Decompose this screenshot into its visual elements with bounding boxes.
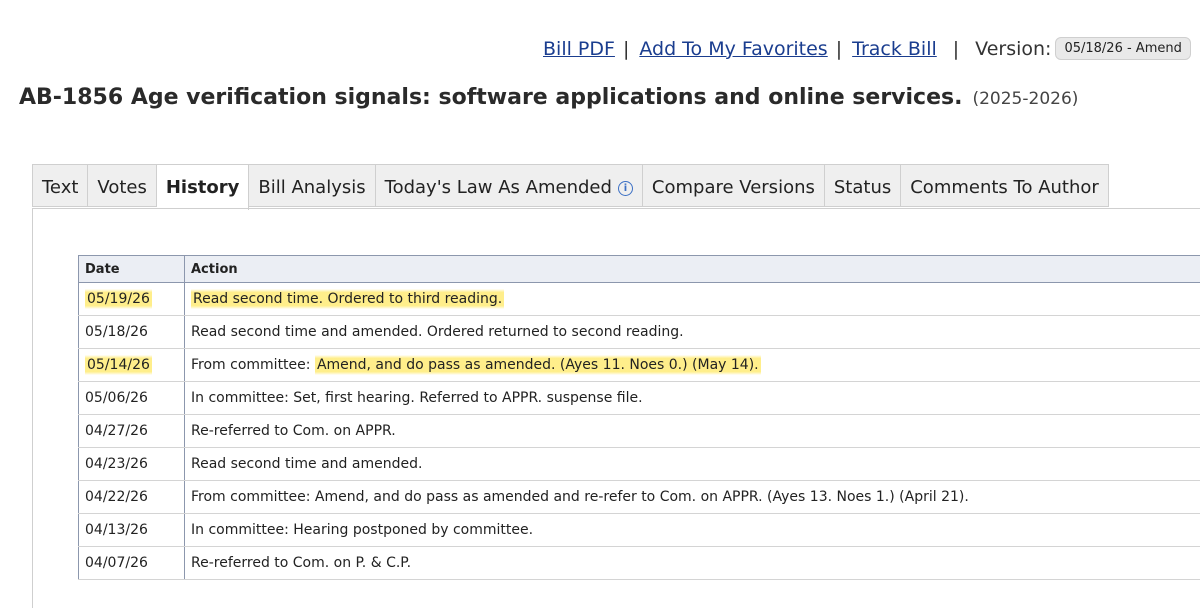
table-row: 05/18/26 Read second time and amended. Or… [79, 316, 1200, 349]
separator: | [836, 38, 842, 60]
history-action: In committee: Set, first hearing. Referr… [191, 390, 643, 406]
bill-title: AB-1856 Age verification signals: softwa… [19, 85, 962, 110]
tab-todays-law[interactable]: Today's Law As Amended i [376, 164, 643, 207]
history-date: 05/19/26 [85, 287, 152, 311]
history-action-cell: Read second time and amended. [185, 448, 1200, 481]
history-action-cell: Re-referred to Com. on APPR. [185, 415, 1200, 448]
history-action-cell: Re-referred to Com. on P. & C.P. [185, 547, 1200, 580]
history-action-cell: In committee: Hearing postponed by commi… [185, 514, 1200, 547]
history-date-cell: 05/14/26 [79, 349, 185, 382]
table-row: 05/19/26 Read second time. Ordered to thi… [79, 283, 1200, 316]
table-row: 05/06/26 In committee: Set, first hearing… [79, 382, 1200, 415]
bill-pdf-link[interactable]: Bill PDF [543, 38, 615, 60]
tab-bill-analysis[interactable]: Bill Analysis [249, 164, 375, 207]
history-action-cell: From committee: Amend, and do pass as am… [185, 349, 1200, 382]
table-row: 04/22/26 From committee: Amend, and do pa… [79, 481, 1200, 514]
history-action-cell: From committee: Amend, and do pass as am… [185, 481, 1200, 514]
history-action-prefix: From committee: [191, 357, 315, 373]
table-row: 05/14/26 From committee: Amend, and do pa… [79, 349, 1200, 382]
history-date: 05/06/26 [85, 390, 148, 406]
history-action: Read second time and amended. Ordered re… [191, 324, 684, 340]
history-table: Date Action 05/19/26 Read second time. Or… [78, 255, 1200, 580]
add-favorites-link[interactable]: Add To My Favorites [639, 38, 827, 60]
history-action: Re-referred to Com. on APPR. [191, 423, 396, 439]
tab-status[interactable]: Status [825, 164, 901, 207]
table-row: 04/23/26 Read second time and amended. [79, 448, 1200, 481]
bill-toolbar: Bill PDF | Add To My Favorites | Track B… [543, 37, 1191, 60]
history-action-cell: Read second time. Ordered to third readi… [185, 283, 1200, 316]
tab-todays-law-label: Today's Law As Amended [385, 177, 612, 198]
history-date-cell: 04/07/26 [79, 547, 185, 580]
date-column-header: Date [79, 256, 185, 283]
action-column-header: Action [185, 256, 1200, 283]
info-icon[interactable]: i [618, 181, 633, 196]
history-action: Read second time and amended. [191, 456, 422, 472]
history-date-cell: 04/27/26 [79, 415, 185, 448]
version-select[interactable]: 05/18/26 - Amend [1055, 37, 1190, 60]
history-action: In committee: Hearing postponed by commi… [191, 522, 533, 538]
history-date-cell: 04/23/26 [79, 448, 185, 481]
history-date-cell: 05/19/26 [79, 283, 185, 316]
history-date: 05/14/26 [85, 353, 152, 377]
history-action-cell: Read second time and amended. Ordered re… [185, 316, 1200, 349]
table-row: 04/07/26 Re-referred to Com. on P. & C.P. [79, 547, 1200, 580]
tab-bar: Text Votes History Bill Analysis Today's… [32, 164, 1109, 208]
session-label: (2025-2026) [972, 89, 1078, 109]
tab-text[interactable]: Text [32, 164, 88, 207]
history-action: Read second time. Ordered to third readi… [191, 287, 504, 311]
separator: | [953, 38, 959, 60]
history-action-cell: In committee: Set, first hearing. Referr… [185, 382, 1200, 415]
table-row: 04/13/26 In committee: Hearing postponed … [79, 514, 1200, 547]
history-date: 04/22/26 [85, 489, 148, 505]
table-row: 04/27/26 Re-referred to Com. on APPR. [79, 415, 1200, 448]
history-date: 04/13/26 [85, 522, 148, 538]
table-header-row: Date Action [79, 256, 1200, 283]
history-body: 05/19/26 Read second time. Ordered to thi… [79, 283, 1200, 580]
tab-history[interactable]: History [157, 164, 250, 210]
history-date: 05/18/26 [85, 324, 148, 340]
history-action: Amend, and do pass as amended. (Ayes 11.… [315, 353, 761, 377]
history-action: Re-referred to Com. on P. & C.P. [191, 555, 411, 571]
version-label: Version: [975, 38, 1051, 60]
history-date: 04/07/26 [85, 555, 148, 571]
track-bill-link[interactable]: Track Bill [852, 38, 937, 60]
history-date-cell: 04/13/26 [79, 514, 185, 547]
history-action: From committee: Amend, and do pass as am… [191, 489, 969, 505]
tab-compare-versions[interactable]: Compare Versions [643, 164, 825, 207]
history-date-cell: 05/18/26 [79, 316, 185, 349]
history-date-cell: 05/06/26 [79, 382, 185, 415]
history-date: 04/27/26 [85, 423, 148, 439]
tab-comments-to-author[interactable]: Comments To Author [901, 164, 1109, 207]
history-date-cell: 04/22/26 [79, 481, 185, 514]
separator: | [623, 38, 629, 60]
page-title: AB-1856 Age verification signals: softwa… [19, 85, 1078, 110]
tab-votes[interactable]: Votes [88, 164, 156, 207]
history-date: 04/23/26 [85, 456, 148, 472]
